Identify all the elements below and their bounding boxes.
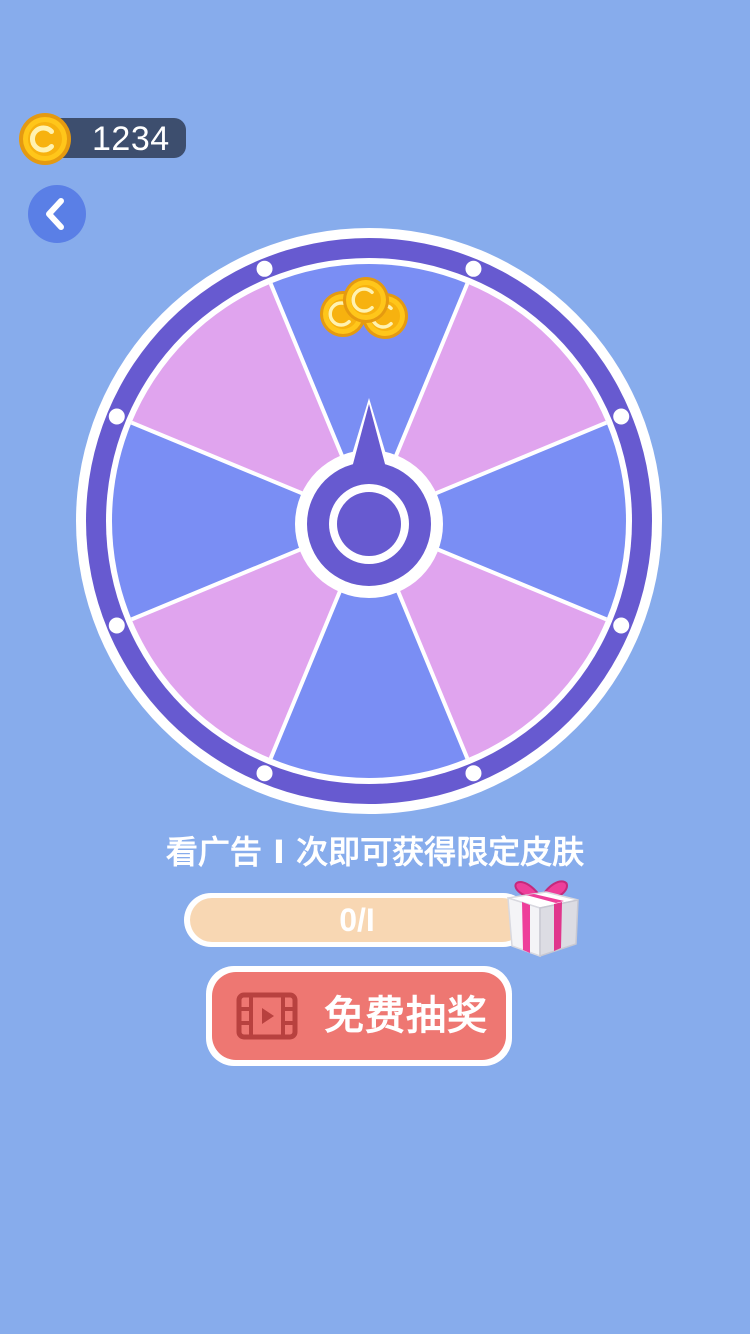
gift-box-icon (507, 880, 579, 958)
wheel-rim-dot (613, 408, 630, 425)
ad-progress-bar: 0/I (184, 893, 530, 947)
coin-icon (19, 113, 71, 165)
wheel-hub-center (337, 492, 401, 556)
free-lottery-label: 免费抽奖 (324, 993, 488, 1039)
wheel-rim-dot (465, 260, 482, 277)
wheel-rim-dot (108, 617, 125, 634)
ad-reward-hint: 看广告 I 次即可获得限定皮肤 (165, 833, 585, 871)
wheel-rim-dot (256, 765, 273, 782)
ad-progress-text: 0/I (339, 902, 375, 938)
free-lottery-button-face: 免费抽奖 (212, 972, 506, 1060)
coin-count: 1234 (92, 120, 170, 158)
wheel-rim-dot (613, 617, 630, 634)
free-lottery-button[interactable]: 免费抽奖 (206, 966, 512, 1066)
prize-wheel[interactable] (74, 226, 664, 816)
wheel-rim-dot (465, 765, 482, 782)
coin-balance: 1234 (18, 112, 188, 166)
wheel-rim-dot (108, 408, 125, 425)
wheel-rim-dot (256, 260, 273, 277)
video-film-icon (236, 992, 298, 1040)
